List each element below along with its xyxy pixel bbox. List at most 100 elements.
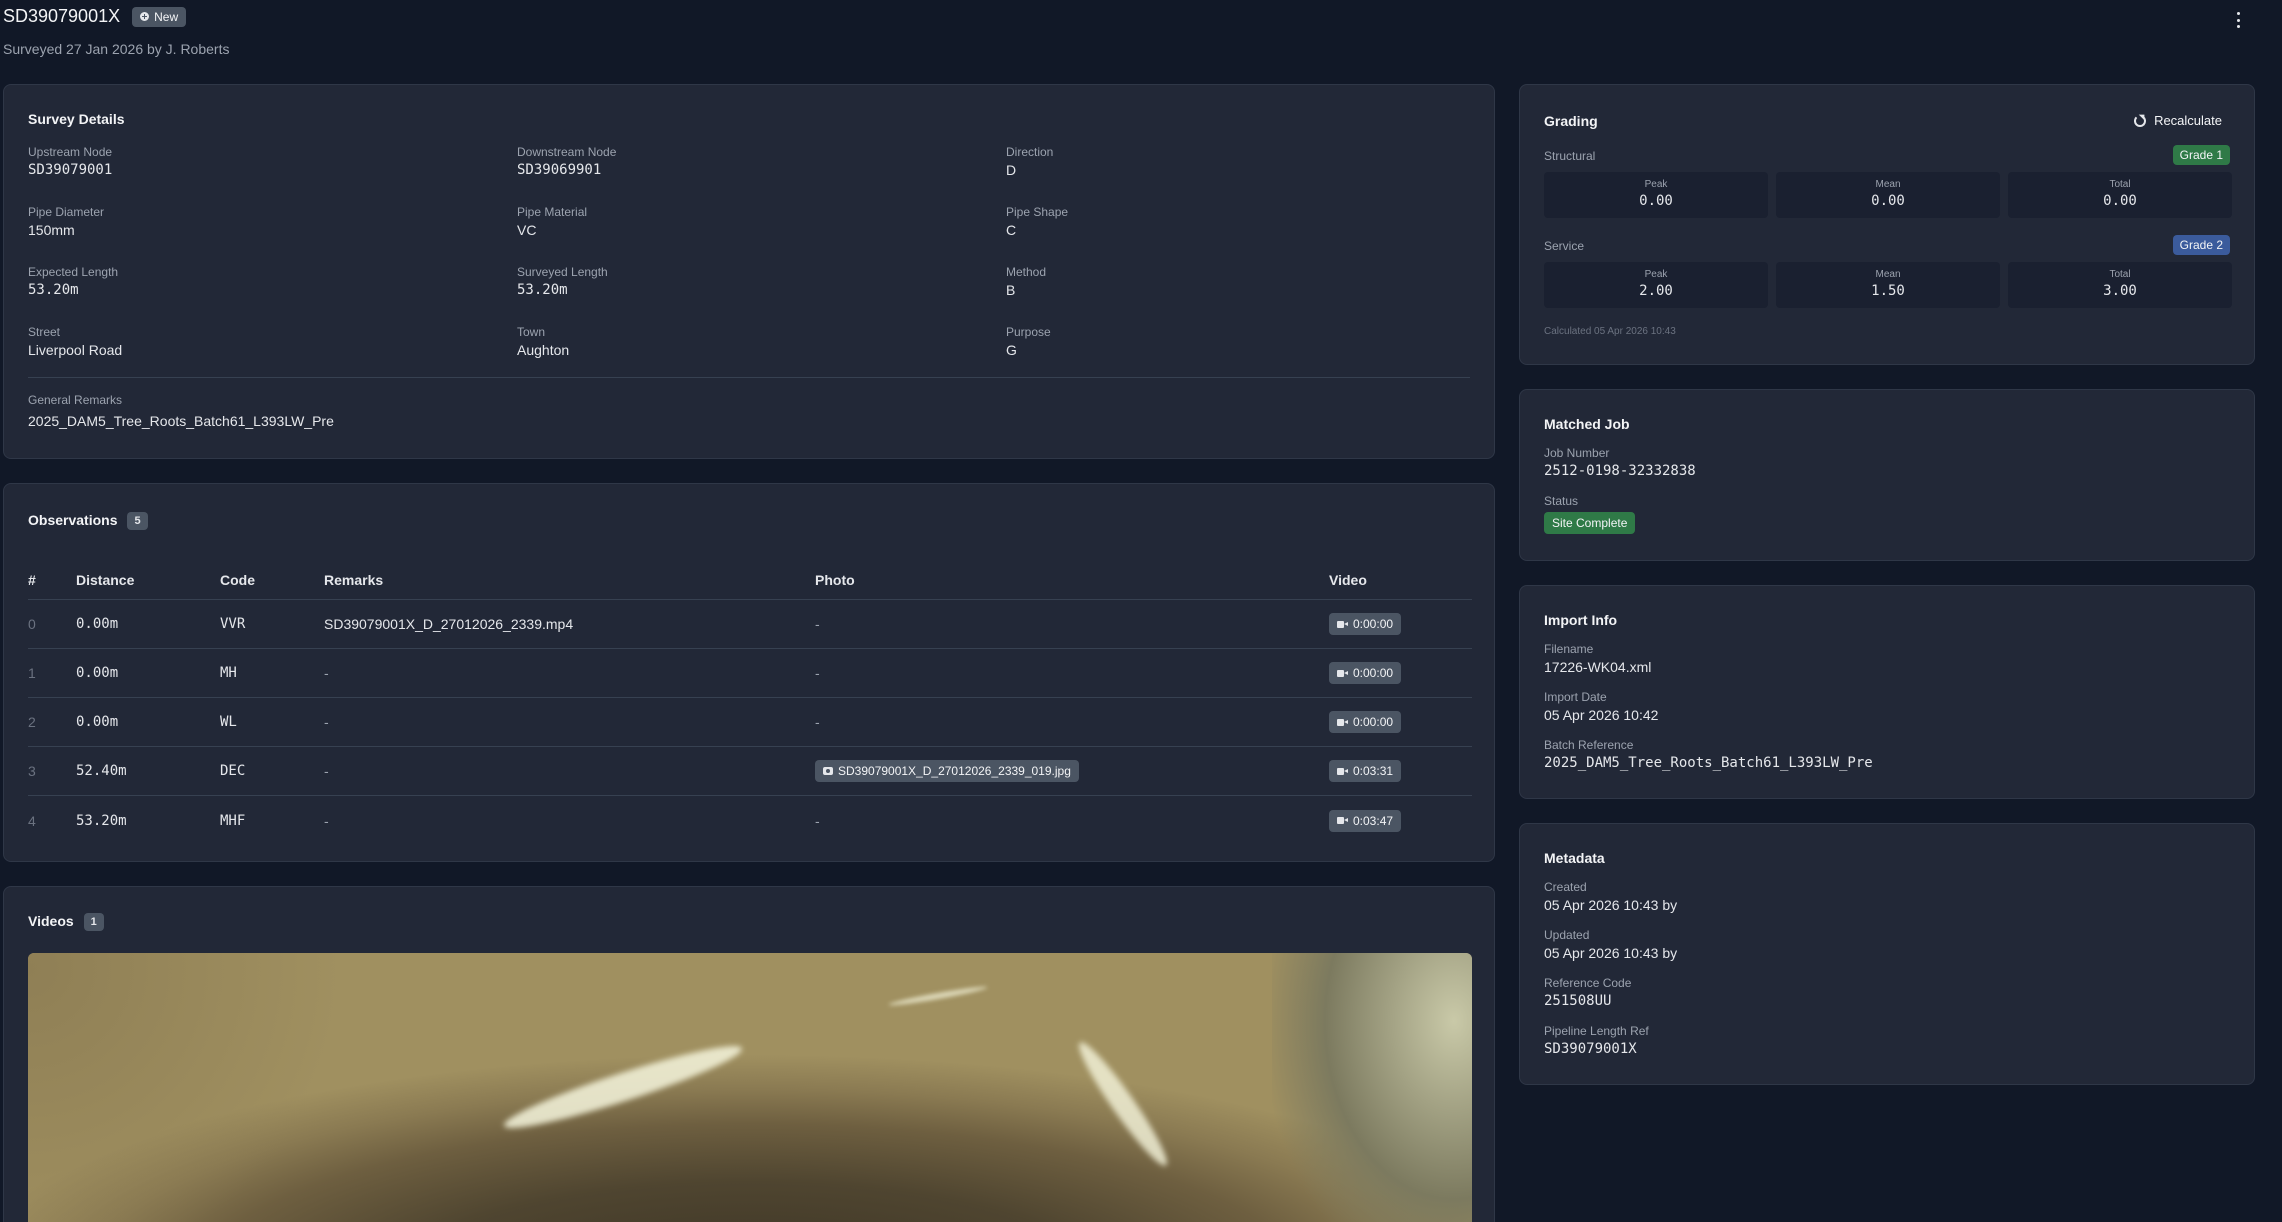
videos-card: Videos 1 xyxy=(3,886,1495,1222)
stat-label: Peak xyxy=(1644,269,1668,280)
table-row[interactable]: 3 52.40m DEC - SD39079001X_D_27012026_23… xyxy=(28,747,1472,796)
video-camera-icon xyxy=(1337,817,1348,824)
field-value: 150mm xyxy=(28,222,75,238)
field-downstream-node: Downstream Node SD39069901 xyxy=(517,145,616,178)
column-header-remarks: Remarks xyxy=(324,572,384,588)
field-value: 2025_DAM5_Tree_Roots_Batch61_L393LW_Pre xyxy=(28,413,334,429)
videos-count-badge: 1 xyxy=(83,913,104,932)
field-direction: Direction D xyxy=(1006,145,1053,178)
service-label: Service xyxy=(1544,239,1585,253)
video-player[interactable] xyxy=(28,953,1472,1222)
column-header-photo: Photo xyxy=(815,572,855,588)
row-photo: - xyxy=(815,616,820,632)
row-code: VVR xyxy=(220,616,246,632)
field-label: Filename xyxy=(1544,642,1594,656)
row-code: MH xyxy=(220,665,237,681)
video-timestamp-button[interactable]: 0:00:00 xyxy=(1329,662,1402,684)
row-video: 0:03:47 xyxy=(1329,809,1402,832)
field-value: VC xyxy=(517,222,537,238)
observations-title-text: Observations xyxy=(28,512,118,528)
table-row[interactable]: 2 0.00m WL - - 0:00:00 xyxy=(28,698,1472,747)
field-upstream-node: Upstream Node SD39079001 xyxy=(28,145,112,178)
row-code: DEC xyxy=(220,763,246,779)
video-camera-icon xyxy=(1337,669,1348,677)
field-value: SD39079001X xyxy=(1544,1041,1637,1057)
observations-title: Observations 5 xyxy=(28,512,148,531)
stat-label: Total xyxy=(2109,179,2131,190)
row-index: 4 xyxy=(28,812,36,829)
field-label: Job Number xyxy=(1544,446,1610,460)
observations-card: Observations 5 # Distance Code Remarks Ph… xyxy=(3,483,1495,862)
video-camera-icon xyxy=(1337,718,1348,726)
field-batch-reference: Batch Reference 2025_DAM5_Tree_Roots_Bat… xyxy=(1544,738,1873,771)
row-video: 0:00:00 xyxy=(1329,711,1402,733)
metadata-card: Metadata Created 05 Apr 2026 10:43 by Up… xyxy=(1519,823,2255,1085)
field-label: Pipe Material xyxy=(517,205,588,219)
field-purpose: Purpose G xyxy=(1006,325,1051,358)
field-pipe-diameter: Pipe Diameter 150mm xyxy=(28,205,104,238)
field-label: Purpose xyxy=(1006,325,1051,339)
field-created: Created 05 Apr 2026 10:43 by xyxy=(1544,880,1677,913)
calculated-timestamp: Calculated 05 Apr 2026 10:43 xyxy=(1544,326,1676,337)
video-timestamp-button[interactable]: 0:00:00 xyxy=(1329,613,1402,635)
row-remarks: - xyxy=(324,665,329,681)
service-stats: Peak 2.00 Mean 1.50 Total 3.00 xyxy=(1544,262,2232,308)
field-pipe-material: Pipe Material VC xyxy=(517,205,587,238)
field-label: Pipeline Length Ref xyxy=(1544,1024,1649,1038)
field-value: D xyxy=(1006,162,1017,178)
photo-link-button[interactable]: SD39079001X_D_27012026_2339_019.jpg xyxy=(815,760,1079,782)
structural-peak: Peak 0.00 xyxy=(1544,172,1768,218)
row-photo: SD39079001X_D_27012026_2339_019.jpg xyxy=(815,760,1079,782)
more-options-icon[interactable] xyxy=(2232,10,2244,30)
field-method: Method B xyxy=(1006,265,1046,298)
field-value: C xyxy=(1006,222,1017,238)
video-frame-glare xyxy=(1070,1036,1176,1172)
field-label: Surveyed Length xyxy=(517,265,608,279)
grading-card: Grading Recalculate Structural Grade 1 P… xyxy=(1519,84,2255,365)
matched-job-card: Matched Job Job Number 2512-0198-3233283… xyxy=(1519,389,2255,561)
survey-details-title: Survey Details xyxy=(28,111,125,127)
row-code: MHF xyxy=(220,812,246,829)
field-label: Direction xyxy=(1006,145,1054,159)
table-row[interactable]: 0 0.00m VVR SD39079001X_D_27012026_2339.… xyxy=(28,600,1472,649)
video-timestamp-button[interactable]: 0:03:47 xyxy=(1329,809,1402,832)
field-pipe-shape: Pipe Shape C xyxy=(1006,205,1068,238)
status-badge-label: New xyxy=(154,9,179,24)
survey-details-card: Survey Details Upstream Node SD39079001 … xyxy=(3,84,1495,459)
column-header-code: Code xyxy=(220,572,255,588)
field-general-remarks: General Remarks 2025_DAM5_Tree_Roots_Bat… xyxy=(28,393,334,429)
stat-label: Mean xyxy=(1875,269,1901,280)
structural-grade-badge: Grade 1 xyxy=(2172,145,2230,165)
video-timestamp-button[interactable]: 0:03:31 xyxy=(1329,760,1402,782)
recalculate-button[interactable]: Recalculate xyxy=(2134,113,2222,128)
field-value: B xyxy=(1006,282,1016,298)
page-title: SD39079001X xyxy=(3,6,121,26)
row-remarks: - xyxy=(324,763,329,779)
survey-detail-page: SD39079001X New Surveyed 27 Jan 2026 by … xyxy=(0,0,2282,1222)
field-import-date: Import Date 05 Apr 2026 10:42 xyxy=(1544,690,1658,723)
video-timestamp: 0:00:00 xyxy=(1353,666,1394,680)
observations-count-badge: 5 xyxy=(127,512,148,531)
table-row[interactable]: 4 53.20m MHF - - 0:03:47 xyxy=(28,796,1472,845)
table-row[interactable]: 1 0.00m MH - - 0:00:00 xyxy=(28,649,1472,698)
video-camera-icon xyxy=(1337,767,1348,775)
field-job-number: Job Number 2512-0198-32332838 xyxy=(1544,446,1696,479)
recalculate-label: Recalculate xyxy=(2154,113,2222,128)
field-value: G xyxy=(1006,342,1017,358)
field-reference-code: Reference Code 251508UU xyxy=(1544,976,1631,1009)
row-index: 1 xyxy=(28,665,36,681)
field-pipeline-length-ref: Pipeline Length Ref SD39079001X xyxy=(1544,1024,1649,1057)
row-distance: 0.00m xyxy=(76,665,119,681)
field-label: Town xyxy=(517,325,546,339)
video-timestamp-button[interactable]: 0:00:00 xyxy=(1329,711,1402,733)
field-label: Status xyxy=(1544,494,1579,508)
field-value: 53.20m xyxy=(28,282,79,298)
field-label: Pipe Shape xyxy=(1006,205,1069,219)
stat-value: 1.50 xyxy=(1871,283,1905,299)
field-filename: Filename 17226-WK04.xml xyxy=(1544,642,1651,675)
row-remarks: - xyxy=(324,812,329,829)
row-code: WL xyxy=(220,714,237,730)
row-video: 0:00:00 xyxy=(1329,662,1402,684)
field-value: 05 Apr 2026 10:43 by xyxy=(1544,945,1678,961)
divider xyxy=(28,377,1470,378)
